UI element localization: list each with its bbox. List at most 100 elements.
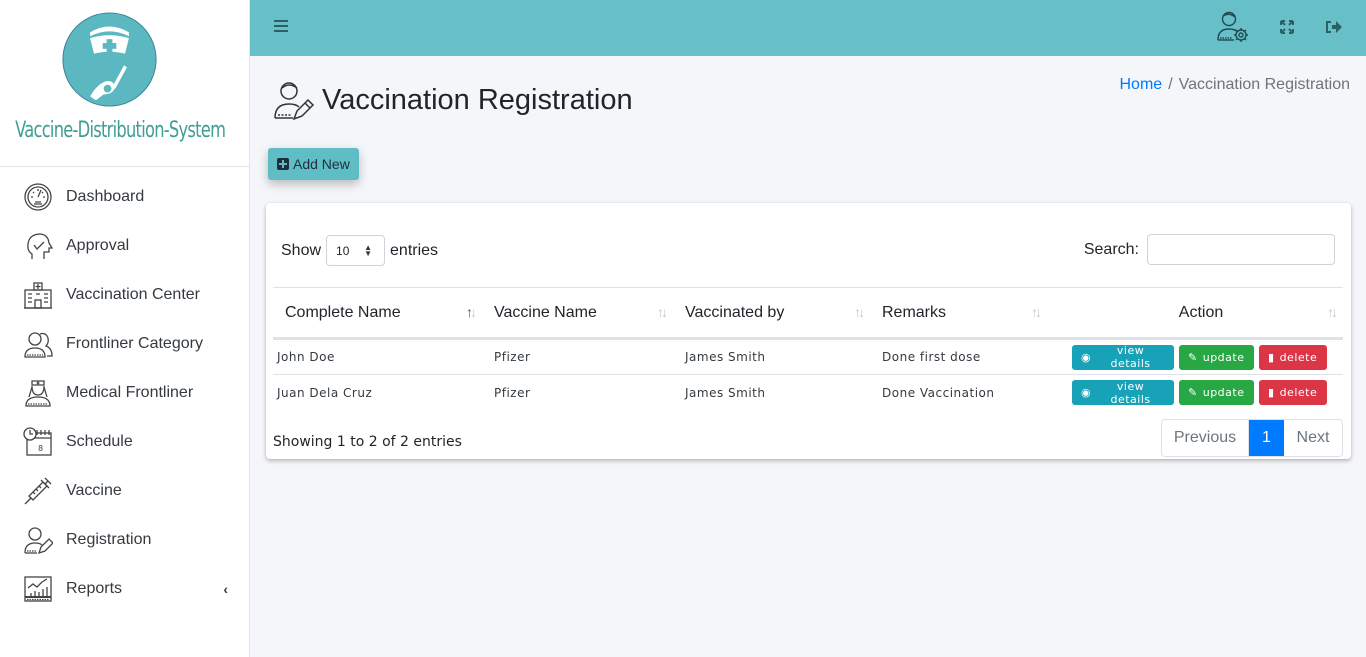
sidebar-item-vaccination-center[interactable]: Vaccination Center (0, 270, 250, 319)
sidebar-item-dashboard[interactable]: Dashboard (0, 172, 250, 221)
speedometer-icon (23, 182, 53, 212)
breadcrumb-current: Vaccination Registration (1178, 76, 1350, 93)
topbar (250, 0, 1366, 56)
plus-square-icon (277, 158, 289, 170)
sidebar-item-frontliner-category[interactable]: Frontliner Category (0, 319, 250, 368)
cell-remarks: Done Vaccination (882, 385, 995, 400)
sidebar-item-reports[interactable]: Reports ‹ (0, 564, 250, 613)
cell-vaccine-name: Pfizer (494, 385, 531, 400)
delete-label: delete (1279, 386, 1318, 400)
column-label: Complete Name (285, 303, 401, 321)
users-icon (23, 329, 53, 359)
column-header-action[interactable]: Action ↑↓ (1047, 287, 1343, 340)
sidebar-item-label: Vaccination Center (66, 285, 200, 303)
chevron-left-icon[interactable]: ‹ (223, 581, 228, 597)
update-button[interactable]: ✎ update (1179, 380, 1254, 406)
user-settings-icon[interactable] (1216, 10, 1250, 42)
sidebar-item-label: Reports (66, 579, 123, 597)
pagination-page-1[interactable]: 1 (1249, 420, 1284, 456)
select-arrows-icon: ▲ ▼ (364, 243, 373, 258)
search-input[interactable] (1147, 234, 1335, 265)
add-new-label: Add New (293, 156, 350, 172)
cell-vaccine-name: Pfizer (482, 338, 673, 375)
page-length-select[interactable]: 10 ▲ ▼ (326, 235, 386, 266)
sidebar-item-label: Frontliner Category (66, 334, 203, 352)
sidebar-item-label: Approval (66, 236, 130, 254)
update-label: update (1202, 386, 1245, 400)
svg-text:8: 8 (38, 444, 43, 453)
sort-icon: ↑↓ (466, 304, 477, 320)
eye-icon: ◉ (1081, 386, 1092, 400)
table-row: John Doe Pfizer James Smith Done first d… (273, 338, 1343, 375)
pagination-previous[interactable]: Previous (1162, 420, 1249, 456)
column-label: Remarks (882, 303, 947, 321)
sidebar-item-label: Vaccine (66, 481, 122, 499)
fullscreen-icon[interactable] (1280, 20, 1294, 34)
update-label: update (1202, 350, 1245, 364)
column-label: Vaccine Name (494, 303, 597, 321)
delete-button[interactable]: ▮ delete (1259, 344, 1327, 370)
breadcrumb-home-link[interactable]: Home (1120, 76, 1163, 93)
registration-table-card: Show 10 ▲ ▼ entries Search: Complete Name… (266, 203, 1351, 459)
edit-icon: ✎ (1188, 386, 1198, 400)
sidebar-item-label: Registration (66, 530, 152, 548)
head-check-icon (23, 231, 53, 261)
table-info: Showing 1 to 2 of 2 entries (273, 434, 462, 450)
column-label: Action (1178, 303, 1224, 321)
logout-icon[interactable] (1325, 20, 1342, 34)
registration-table: Complete Name ↑↓ Vaccine Name ↑↓ Vaccinate… (273, 287, 1343, 411)
table-row: Juan Dela Cruz Pfizer James Smith Done V… (273, 375, 1343, 411)
user-edit-icon (23, 525, 53, 555)
entries-label: entries (390, 241, 439, 259)
table-header-row: Complete Name ↑↓ Vaccine Name ↑↓ Vaccinate… (273, 287, 1343, 340)
nurse-icon (23, 378, 53, 408)
view-details-label: view details (1110, 379, 1151, 406)
pagination-next[interactable]: Next (1284, 420, 1342, 456)
view-details-button[interactable]: ◉ view details (1072, 344, 1174, 370)
column-header-remarks[interactable]: Remarks ↑↓ (870, 287, 1047, 340)
sidebar: Vaccine-Distribution-System Dashboard Ap… (0, 0, 250, 657)
column-label: Vaccinated by (685, 303, 785, 321)
search-label: Search: (1083, 240, 1139, 258)
sort-icon: ↑↓ (657, 304, 668, 320)
page-length-value: 10 (336, 243, 350, 258)
show-label: Show (281, 241, 322, 259)
cell-complete-name: Juan Dela Cruz (277, 385, 373, 400)
sort-icon: ↑↓ (854, 304, 865, 320)
menu-icon[interactable] (274, 20, 288, 34)
sidebar-item-label: Medical Frontliner (66, 383, 194, 401)
delete-label: delete (1279, 350, 1318, 364)
sidebar-item-vaccine[interactable]: Vaccine (0, 466, 250, 515)
add-new-button[interactable]: Add New (268, 148, 359, 180)
user-edit-icon (274, 82, 315, 121)
trash-icon: ▮ (1268, 350, 1275, 364)
sidebar-item-registration[interactable]: Registration (0, 515, 250, 564)
sidebar-item-approval[interactable]: Approval (0, 221, 250, 270)
column-header-vaccinated-by[interactable]: Vaccinated by ↑↓ (673, 287, 870, 340)
hospital-icon (23, 280, 53, 310)
sidebar-item-label: Dashboard (66, 187, 145, 205)
breadcrumb: Home / Vaccination Registration (1120, 76, 1351, 94)
cell-complete-name: John Doe (273, 338, 482, 375)
column-header-complete-name[interactable]: Complete Name ↑↓ (273, 287, 482, 340)
column-header-vaccine-name[interactable]: Vaccine Name ↑↓ (482, 287, 673, 340)
page-header: Vaccination Registration (272, 78, 633, 122)
page-title: Vaccination Registration (322, 83, 633, 116)
edit-icon: ✎ (1188, 350, 1198, 364)
syringe-icon (23, 476, 53, 506)
sidebar-item-label: Schedule (66, 432, 133, 450)
view-details-button[interactable]: ◉ view details (1072, 379, 1174, 406)
breadcrumb-separator: / (1168, 76, 1173, 93)
sidebar-nav: Dashboard Approval Vaccination Center Fr… (0, 172, 250, 613)
update-button[interactable]: ✎ update (1179, 344, 1254, 370)
cell-vaccinated-by: James Smith (685, 385, 766, 400)
cell-actions: ◉ view details ✎ update ▮ delete (1047, 338, 1343, 375)
sidebar-item-medical-frontliner[interactable]: Medical Frontliner (0, 368, 250, 417)
sort-icon: ↑↓ (1031, 304, 1042, 320)
sidebar-item-schedule[interactable]: 8 Schedule (0, 417, 250, 466)
brand[interactable]: Vaccine-Distribution-System (0, 0, 249, 167)
search-control: Search: (1084, 234, 1335, 265)
cell-actions: ◉ view details ✎ update ▮ delete (1047, 375, 1343, 411)
delete-button[interactable]: ▮ delete (1259, 380, 1327, 406)
pagination: Previous 1 Next (1161, 419, 1343, 457)
